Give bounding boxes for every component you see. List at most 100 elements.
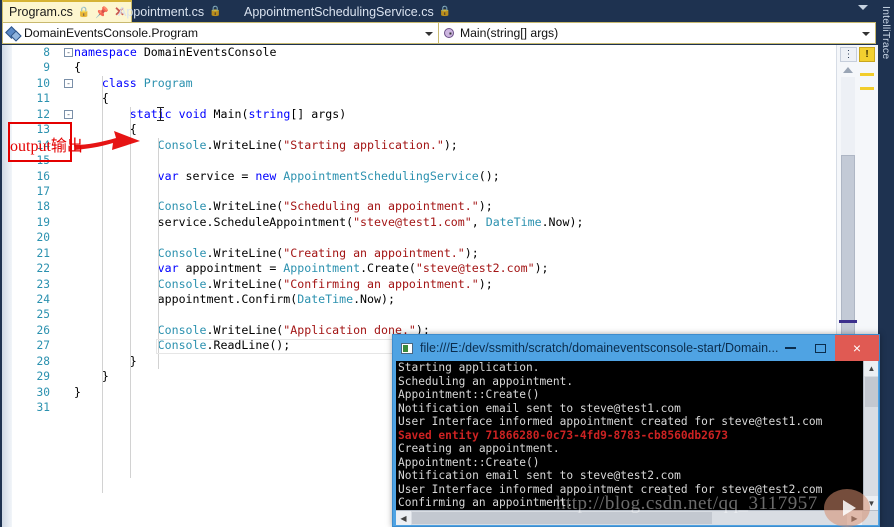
console-output-line: Notification email sent to steve@test1.c… xyxy=(398,401,681,415)
line-number: 30 xyxy=(36,385,50,399)
code-line[interactable]: 21 Console.WriteLine("Creating an appoint… xyxy=(12,246,836,261)
line-number: 19 xyxy=(36,215,50,229)
code-line[interactable]: 24 appointment.Confirm(DateTime.Now); xyxy=(12,292,836,307)
line-number: 8 xyxy=(43,46,50,59)
code-line-text: { xyxy=(101,91,109,106)
line-number: 16 xyxy=(36,169,50,183)
line-number: 23 xyxy=(36,277,50,291)
minimize-button[interactable] xyxy=(775,335,805,361)
code-line-text: appointment.Confirm(DateTime.Now); xyxy=(157,292,395,306)
indent-guide xyxy=(157,137,159,370)
code-line[interactable]: 10 - class Program xyxy=(12,76,836,91)
code-line-text: Console.WriteLine("Application done."); xyxy=(157,322,430,337)
console-output-window[interactable]: file:///E:/dev/ssmith/scratch/domaineven… xyxy=(392,334,880,527)
console-output-line: User Interface informed appointment crea… xyxy=(398,482,823,496)
console-output-line: Creating an appointment. xyxy=(398,442,560,455)
console-vertical-scrollbar[interactable]: ▲ ▼ xyxy=(863,361,878,511)
code-line[interactable]: 22 var appointment = Appointment.Create("… xyxy=(12,261,836,276)
intellitrace-label: IntelliTrace xyxy=(880,6,892,60)
line-number: 17 xyxy=(36,184,50,198)
lock-icon: 🔒 xyxy=(438,6,452,17)
code-line[interactable]: 9{ xyxy=(12,60,836,75)
fold-toggle-icon[interactable]: - xyxy=(64,78,73,88)
scrollbar-thumb[interactable] xyxy=(412,512,712,524)
tab-appointment-cs[interactable]: Appointment.cs 🔒 xyxy=(112,1,228,22)
line-number: 12 xyxy=(36,107,50,121)
console-body[interactable]: Starting application. Scheduling an appoi… xyxy=(396,361,878,525)
tab-appointmentschedulingservice-cs[interactable]: AppointmentSchedulingService.cs 🔒 xyxy=(238,1,457,22)
line-number: 28 xyxy=(36,354,50,368)
code-line[interactable]: 16 var service = new AppointmentSchedulin… xyxy=(12,169,836,184)
console-output-text: Starting application. Scheduling an appoi… xyxy=(398,361,862,525)
line-number: 31 xyxy=(36,401,50,415)
member-dropdown[interactable]: Main(string[] args) xyxy=(439,22,876,44)
warning-marker xyxy=(860,73,874,76)
line-number: 9 xyxy=(43,61,50,75)
code-line[interactable]: 11 { xyxy=(12,91,836,106)
line-number: 22 xyxy=(36,262,50,276)
code-line[interactable]: 23 Console.WriteLine("Confirming an appoi… xyxy=(12,277,836,292)
line-number: 21 xyxy=(36,246,50,260)
chevron-down-icon[interactable] xyxy=(862,32,870,36)
type-dropdown-value: DomainEventsConsole.Program xyxy=(24,26,199,40)
pin-icon[interactable]: 📌 xyxy=(95,6,109,19)
code-line[interactable]: 25 xyxy=(12,307,836,322)
tab-label: Appointment.cs xyxy=(118,4,205,19)
code-line-text: var appointment = Appointment.Create("st… xyxy=(157,261,549,276)
window-controls: × xyxy=(775,335,879,361)
fold-toggle-icon[interactable]: - xyxy=(64,109,73,119)
warning-icon[interactable]: ! xyxy=(859,47,875,62)
line-number: 11 xyxy=(36,92,50,106)
code-line-text: Console.WriteLine("Scheduling an appoint… xyxy=(157,199,493,214)
console-output-line: Scheduling an appointment. xyxy=(398,374,574,388)
intellitrace-tool-tab[interactable]: IntelliTrace xyxy=(878,0,894,527)
code-line[interactable]: 19 service.ScheduleAppointment("steve@tes… xyxy=(12,215,836,230)
text-cursor-icon xyxy=(157,107,164,121)
tab-overflow-chevron-down-icon[interactable] xyxy=(858,5,868,10)
code-line-text: namespace DomainEventsConsole xyxy=(74,45,277,59)
code-line-text: { xyxy=(74,60,81,75)
warning-marker xyxy=(860,87,874,90)
code-line[interactable]: 12- static void Main(string[] args) xyxy=(12,107,836,122)
console-output-line: Starting application. xyxy=(398,361,540,374)
console-output-line: User Interface informed appointment crea… xyxy=(398,415,823,428)
method-icon xyxy=(443,27,456,40)
line-number: 29 xyxy=(36,370,50,384)
arrow-right-icon xyxy=(74,131,140,150)
code-line[interactable]: 20 xyxy=(12,230,836,245)
lock-icon: 🔒 xyxy=(209,6,222,17)
lock-icon: 🔒 xyxy=(77,6,91,18)
code-line[interactable]: 17 xyxy=(12,184,836,199)
scroll-up-icon[interactable] xyxy=(843,67,853,73)
code-navigation-bar: DomainEventsConsole.Program Main(string[… xyxy=(2,22,878,44)
close-button[interactable]: × xyxy=(835,335,879,361)
code-line-text: Console.WriteLine("Creating an appointme… xyxy=(157,245,479,260)
change-marker xyxy=(839,320,857,323)
fold-toggle-icon[interactable]: - xyxy=(64,48,73,57)
maximize-button[interactable] xyxy=(805,335,835,361)
code-line[interactable]: 8 - namespace DomainEventsConsole xyxy=(12,45,836,60)
split-window-icon[interactable]: ⋮ xyxy=(840,47,857,62)
console-horizontal-scrollbar[interactable]: ◀ ▶ xyxy=(396,510,878,525)
line-number: 27 xyxy=(36,339,50,353)
editor-tab-strip: Program.cs 🔒 📌 ✕ Appointment.cs 🔒 Appoin… xyxy=(0,0,894,22)
console-title-text: file:///E:/dev/ssmith/scratch/domaineven… xyxy=(420,341,779,355)
line-number: 18 xyxy=(36,200,50,214)
visual-studio-window: Program.cs 🔒 📌 ✕ Appointment.cs 🔒 Appoin… xyxy=(0,0,894,527)
code-line-text: var service = new AppointmentSchedulingS… xyxy=(157,168,500,183)
member-dropdown-value: Main(string[] args) xyxy=(460,26,559,40)
code-line-text: class Program xyxy=(101,75,193,90)
scrollbar-thumb[interactable] xyxy=(865,377,878,407)
play-logo-icon xyxy=(824,489,870,527)
scroll-left-icon[interactable]: ◀ xyxy=(396,511,411,525)
code-line-text: } xyxy=(74,384,81,399)
code-line[interactable]: 18 Console.WriteLine("Scheduling an appoi… xyxy=(12,199,836,214)
line-number: 24 xyxy=(36,293,50,306)
selection-margin xyxy=(2,45,12,527)
scroll-up-icon[interactable]: ▲ xyxy=(864,361,878,376)
type-dropdown[interactable]: DomainEventsConsole.Program xyxy=(2,22,439,44)
console-output-line: Saved entity 71866280-0c73-4fd9-8783-cb8… xyxy=(398,428,729,442)
chevron-down-icon[interactable] xyxy=(425,32,433,36)
code-line-text: service.ScheduleAppointment("steve@test1… xyxy=(157,214,584,229)
code-line-text: Console.WriteLine("Starting application.… xyxy=(157,137,458,152)
